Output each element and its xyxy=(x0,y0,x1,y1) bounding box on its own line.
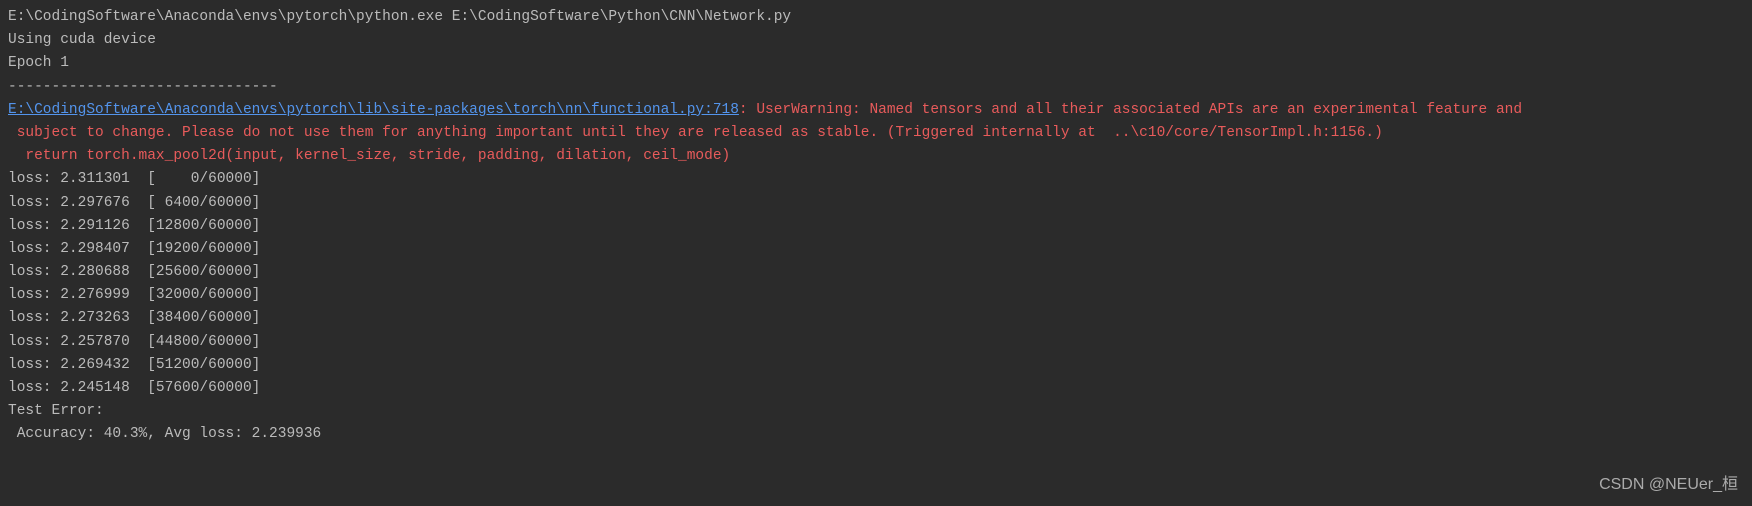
warning-line-2: subject to change. Please do not use the… xyxy=(8,122,1744,145)
device-line: Using cuda device xyxy=(8,29,1744,52)
loss-row: loss: 2.297676 [ 6400/60000] xyxy=(8,192,1744,215)
warning-path-link[interactable]: E:\CodingSoftware\Anaconda\envs\pytorch\… xyxy=(8,102,739,118)
watermark-text: CSDN @NEUer_桓 xyxy=(1599,472,1738,498)
warning-line-3: return torch.max_pool2d(input, kernel_si… xyxy=(8,145,1744,168)
warning-line-1: E:\CodingSoftware\Anaconda\envs\pytorch\… xyxy=(8,99,1744,122)
command-line: E:\CodingSoftware\Anaconda\envs\pytorch\… xyxy=(8,6,1744,29)
loss-output-block: loss: 2.311301 [ 0/60000]loss: 2.297676 … xyxy=(8,168,1744,400)
loss-row: loss: 2.291126 [12800/60000] xyxy=(8,215,1744,238)
loss-row: loss: 2.311301 [ 0/60000] xyxy=(8,168,1744,191)
loss-row: loss: 2.245148 [57600/60000] xyxy=(8,377,1744,400)
test-error-result: Accuracy: 40.3%, Avg loss: 2.239936 xyxy=(8,423,1744,446)
epoch-line: Epoch 1 xyxy=(8,52,1744,75)
loss-row: loss: 2.276999 [32000/60000] xyxy=(8,284,1744,307)
loss-row: loss: 2.257870 [44800/60000] xyxy=(8,331,1744,354)
warning-text-1: : UserWarning: Named tensors and all the… xyxy=(739,102,1522,118)
loss-row: loss: 2.273263 [38400/60000] xyxy=(8,307,1744,330)
test-error-header: Test Error: xyxy=(8,400,1744,423)
loss-row: loss: 2.280688 [25600/60000] xyxy=(8,261,1744,284)
loss-row: loss: 2.269432 [51200/60000] xyxy=(8,354,1744,377)
divider-line: ------------------------------- xyxy=(8,76,1744,99)
loss-row: loss: 2.298407 [19200/60000] xyxy=(8,238,1744,261)
